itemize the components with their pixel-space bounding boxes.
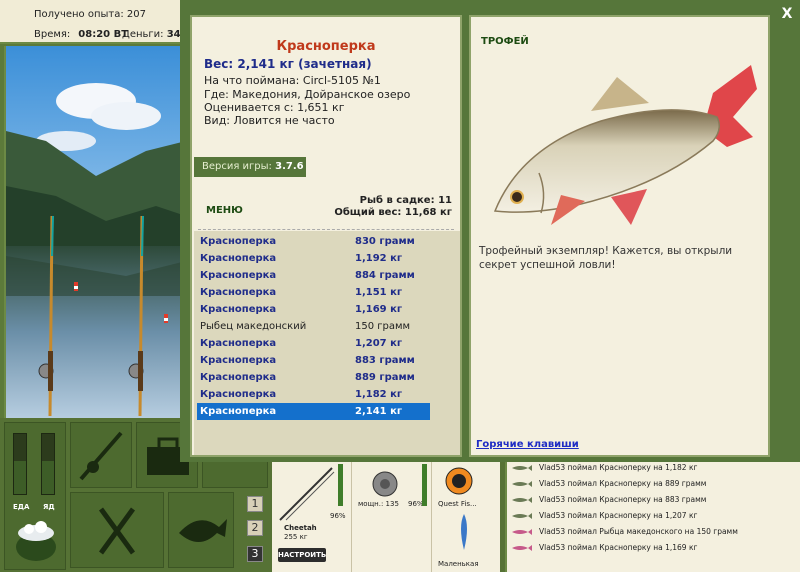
catch-fish-name: Красноперка [200,236,277,247]
chat-item: Vlad53 поймал Красноперку на 883 грамм [507,492,800,508]
lure-name: Маленькая [438,560,479,568]
rod-percent: 96% [330,512,346,520]
catch-fish-name: Красноперка [200,304,277,315]
fish-icon [512,465,532,471]
catch-fish-weight: 1,151 кг [355,287,403,298]
fish-icon [512,481,532,487]
keep-net-count: Рыб в садке: 11 [359,195,452,206]
catch-fish-weight: 1,182 кг [355,389,403,400]
catch-list-item[interactable]: Красноперка 2,141 кг [197,403,430,420]
fish-icon [512,513,532,519]
trophy-panel: ТРОФЕЙ Трофейный экземпляр! Кажется, вы … [469,15,770,457]
catch-list-item[interactable]: Красноперка 1,192 кг [197,250,430,267]
catch-fish-name: Красноперка [200,270,277,281]
fish-icon [179,519,227,542]
catch-fish-name: Красноперка [200,338,277,349]
rod-image-icon [279,467,335,521]
rods-button[interactable] [70,422,132,488]
divider [198,229,454,230]
catch-list-item[interactable]: Красноперка 1,151 кг [197,284,430,301]
line-spool-icon [445,467,473,495]
catch-fish-name: Рыбец македонский [200,321,307,332]
catch-fish-weight: 889 грамм [355,372,415,383]
catch-list: Красноперка 830 грамм Красноперка 1,192 кг К… [194,231,460,455]
location-text: Где: Македония, Дойранское озеро [204,88,411,101]
reel-icon [372,471,398,497]
catch-fish-weight: 1,169 кг [355,304,403,315]
lure-icon [461,514,467,550]
fish-icon [512,529,532,535]
close-button[interactable]: X [779,6,795,22]
catch-fish-weight: 150 грамм [355,321,411,332]
fish-icon [512,497,532,503]
fish-icon [512,545,532,551]
catch-list-item[interactable]: Красноперка 1,182 кг [197,386,430,403]
level-button-1[interactable]: 1 [247,496,263,512]
caught-on-text: На что поймана: Circl-5105 №1 [204,74,381,87]
chat-item: Vlad53 поймал Красноперку на 1,207 кг [507,508,800,524]
catch-list-item[interactable]: Красноперка 830 грамм [197,233,430,250]
version-badge: Версия игры: 3.7.6 [194,157,306,177]
catch-fish-name: Красноперка [200,287,277,298]
catch-fish-name: Красноперка [200,372,277,383]
chat-item: Vlad53 поймал Рыбца македонского на 150 … [507,524,800,540]
valued-from-text: Оценивается с: 1,651 кг [204,101,345,114]
menu-button[interactable]: МЕНЮ [206,205,243,216]
float-left-icon [74,282,78,291]
food-gauge [13,433,27,495]
catch-fish-weight: 830 грамм [355,236,415,247]
catch-list-item[interactable]: Красноперка 884 грамм [197,267,430,284]
status-tile: ЕДА ЯД [4,422,66,570]
level-button-2[interactable]: 2 [247,520,263,536]
catch-fish-weight: 884 грамм [355,270,415,281]
reel-power: мощн.: 135 [358,500,399,508]
kind-text: Вид: Ловится не часто [204,114,335,127]
catch-list-item[interactable]: Красноперка 889 грамм [197,369,430,386]
trophy-label: ТРОФЕЙ [481,36,529,47]
poison-label: ЯД [43,503,55,511]
fish-name-title: Красноперка [276,39,376,54]
catch-list-item[interactable]: Красноперка 1,207 кг [197,335,430,352]
fish-details-panel: Красноперка Вес: 2,141 кг (зачетная) На … [190,15,462,457]
line-name: Quest Fis... [438,500,477,508]
experience-text: Получено опыта: 207 [34,9,146,20]
food-label: ЕДА [13,503,30,511]
hotkeys-link[interactable]: Горячие клавиши [476,439,579,450]
chat-item: Vlad53 поймал Красноперку на 889 грамм [507,476,800,492]
catch-fish-weight: 1,192 кг [355,253,403,264]
fish-weight: Вес: 2,141 кг (зачетная) [204,57,372,71]
rod-name: Cheetah [284,524,317,532]
fish-cage-button[interactable] [168,492,234,568]
trophy-message: Трофейный экземпляр! Кажется, вы открыли… [479,245,733,271]
rod-icon [79,431,123,481]
chat-item: Vlad53 поймал Красноперку на 1,169 кг [507,540,800,556]
rod-weight: 255 кг [284,533,308,541]
cooking-button[interactable] [70,492,164,568]
catch-fish-weight: 2,141 кг [355,406,403,417]
money-display: Деньги: 34 [122,29,181,40]
catch-fish-name: Красноперка [200,355,277,366]
setup-button[interactable]: НАСТРОИТЬ [278,548,326,562]
line-slot[interactable]: Quest Fis... Маленькая [432,460,500,572]
float-right-icon [164,314,168,323]
fishing-scene[interactable] [4,46,184,418]
rudd-fish-image [493,65,757,225]
catch-list-item[interactable]: Рыбец македонский 150 грамм [197,318,430,335]
catch-chat-log: Vlad53 поймал Красноперку на 1,182 кг Vl… [505,460,800,572]
catch-fish-name: Красноперка [200,389,277,400]
catch-list-item[interactable]: Красноперка 1,169 кг [197,301,430,318]
fork-knife-icon [98,507,136,555]
pot-icon[interactable] [11,517,61,563]
reel-slot[interactable]: мощн.: 135 96% [352,460,432,572]
level-button-3[interactable]: 3 [247,546,263,562]
catch-fish-weight: 1,207 кг [355,338,403,349]
catch-fish-weight: 883 грамм [355,355,415,366]
poison-gauge [41,433,55,495]
chat-item: Vlad53 поймал Красноперку на 1,182 кг [507,460,800,476]
catch-fish-name: Красноперка [200,406,277,417]
keep-net-weight: Общий вес: 11,68 кг [334,207,452,218]
time-display: Время: 08:20 ВТ [34,29,129,40]
catch-list-item[interactable]: Красноперка 883 грамм [197,352,430,369]
catch-fish-name: Красноперка [200,253,277,264]
